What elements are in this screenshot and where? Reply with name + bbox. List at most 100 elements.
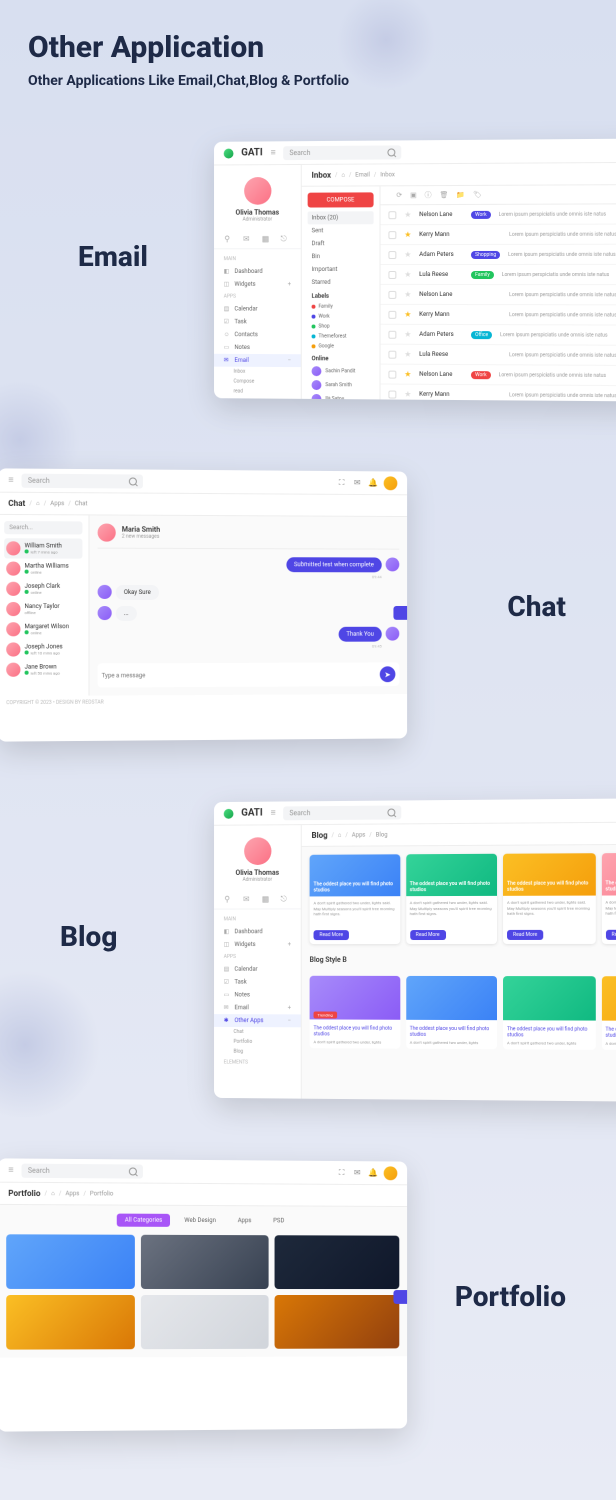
nav-other-apps[interactable]: ✱Other Apps+ <box>214 396 301 402</box>
send-button[interactable]: ➤ <box>380 666 396 682</box>
read-more-button[interactable]: Read More <box>410 930 446 940</box>
message-input[interactable] <box>102 671 374 679</box>
row-checkbox[interactable] <box>388 350 396 358</box>
row-checkbox[interactable] <box>388 310 396 318</box>
blog-card[interactable]: TrendingThe oddest place you will find p… <box>310 976 400 1049</box>
filter-button[interactable]: Web Design <box>176 1214 224 1227</box>
chat-search-input[interactable]: Search... <box>4 521 82 534</box>
email-label[interactable]: Work <box>308 312 374 322</box>
nav-calendar[interactable]: ▤Calendar <box>214 303 301 316</box>
mail-icon[interactable]: ✉ <box>352 1168 362 1178</box>
star-icon[interactable]: ★ <box>404 310 411 319</box>
home-icon[interactable]: ⌂ <box>36 500 40 507</box>
trash-icon[interactable]: 🗑 <box>440 191 449 199</box>
nav-calendar[interactable]: ▤Calendar <box>214 963 301 976</box>
home-icon[interactable]: ⌂ <box>51 1190 55 1197</box>
email-folder[interactable]: Starred <box>308 276 374 289</box>
email-folder[interactable]: Sent <box>308 224 374 237</box>
row-checkbox[interactable] <box>388 251 396 259</box>
home-icon[interactable]: ⌂ <box>341 172 345 179</box>
portfolio-item[interactable] <box>274 1295 399 1349</box>
chat-contact[interactable]: Joseph Clarkonline <box>4 579 82 599</box>
user-avatar[interactable] <box>384 476 398 490</box>
nav-sub-blog[interactable]: Blog <box>214 1047 301 1057</box>
search-input[interactable]: Search <box>22 473 143 488</box>
row-checkbox[interactable] <box>388 231 396 239</box>
chat-contact[interactable]: Joseph Jonesleft 10 mins ago <box>4 639 82 659</box>
user-avatar[interactable] <box>384 1166 398 1180</box>
profile[interactable]: Olivia Thomas Administrator <box>214 833 301 891</box>
portfolio-item[interactable] <box>274 1235 399 1289</box>
blog-card[interactable]: The oddest place you will find photo stu… <box>601 853 616 944</box>
filter-button[interactable]: PSD <box>265 1214 292 1227</box>
mail-icon[interactable]: ✉ <box>352 478 362 488</box>
search-input[interactable]: Search <box>283 145 401 160</box>
chat-contact[interactable]: Nancy Tayloroffline <box>4 599 82 619</box>
nav-dashboard[interactable]: ◧Dashboard <box>214 925 301 938</box>
menu-icon[interactable]: ≡ <box>271 147 276 158</box>
portfolio-item[interactable] <box>141 1235 268 1289</box>
blog-card[interactable]: The oddest place you will find photo stu… <box>406 976 497 1049</box>
star-icon[interactable]: ★ <box>404 370 411 379</box>
nav-sub-compose[interactable]: Compose <box>214 376 301 386</box>
menu-icon[interactable]: ≡ <box>8 1165 13 1176</box>
user-icon[interactable]: ⚲ <box>224 234 234 244</box>
read-more-button[interactable]: Read More <box>314 930 349 940</box>
filter-button[interactable]: All Categories <box>117 1214 170 1227</box>
email-folder[interactable]: Important <box>308 263 374 276</box>
email-row[interactable]: ★ Nelson Lane Lorem ipsum perspiciatis u… <box>381 285 616 306</box>
bell-icon[interactable]: 🔔 <box>368 1168 378 1178</box>
nav-notes[interactable]: ▭Notes <box>214 988 301 1001</box>
star-icon[interactable]: ★ <box>404 390 411 399</box>
chat-contact[interactable]: William Smithleft 7 mins ago <box>4 538 82 558</box>
email-row[interactable]: ★ Nelson Lane Work Lorem ipsum perspicia… <box>381 365 616 387</box>
email-row[interactable]: ★ Kerry Mann Lorem ipsum perspiciatis un… <box>381 305 616 326</box>
home-icon[interactable]: ⌂ <box>338 832 342 839</box>
online-user[interactable]: Sarah Smith <box>308 378 374 392</box>
blog-card[interactable]: The oddest place you will find photo stu… <box>601 976 616 1050</box>
email-row[interactable]: ★ Kerry Mann Lorem ipsum perspiciatis un… <box>381 385 616 402</box>
email-row[interactable]: ★ Kerry Mann Lorem ipsum perspiciatis un… <box>381 224 616 245</box>
chat-input[interactable]: ➤ <box>98 662 400 687</box>
blog-card[interactable]: The oddest place you will find photo stu… <box>406 854 497 944</box>
nav-notes[interactable]: ▭Notes <box>214 341 301 354</box>
email-label[interactable]: Family <box>308 302 374 312</box>
filter-button[interactable]: Apps <box>230 1214 260 1227</box>
chat-contact[interactable]: Margaret Wilsononline <box>4 619 82 639</box>
email-folder[interactable]: Bin <box>308 250 374 263</box>
logout-icon[interactable]: ⎋ <box>281 895 291 905</box>
nav-sub-chat[interactable]: Chat <box>214 1027 301 1037</box>
row-checkbox[interactable] <box>388 211 396 219</box>
menu-icon[interactable]: ≡ <box>271 808 276 819</box>
profile[interactable]: Olivia Thomas Administrator <box>214 173 301 231</box>
nav-sub-portfolio[interactable]: Portfolio <box>214 1037 301 1047</box>
row-checkbox[interactable] <box>388 390 396 398</box>
menu-icon[interactable]: ≡ <box>8 475 13 486</box>
portfolio-item[interactable] <box>141 1295 268 1349</box>
email-row[interactable]: ★ Lula Reese Family Lorem ipsum perspici… <box>381 265 616 285</box>
star-icon[interactable]: ★ <box>404 250 411 259</box>
email-row[interactable]: ★ Nelson Lane Work Lorem ipsum perspicia… <box>381 204 616 225</box>
nav-email[interactable]: ✉Email+ <box>214 1001 301 1014</box>
search-input[interactable]: Search <box>283 805 401 820</box>
email-folder[interactable]: Inbox (20) <box>308 211 374 224</box>
side-widget-button[interactable] <box>393 605 407 619</box>
read-more-button[interactable]: Read More <box>507 930 543 940</box>
nav-task[interactable]: ☑Task <box>214 315 301 328</box>
search-input[interactable]: Search <box>22 1163 143 1178</box>
row-checkbox[interactable] <box>388 370 396 378</box>
nav-sub-read[interactable]: read <box>214 386 301 397</box>
chat-contact[interactable]: Jane Brownleft 50 mins ago <box>4 659 82 679</box>
email-label[interactable]: Google <box>308 341 374 351</box>
nav-widgets[interactable]: ◫Widgets+ <box>214 278 301 291</box>
chat-contact[interactable]: Martha Williamsonline <box>4 558 82 578</box>
user-icon[interactable]: ⚲ <box>224 895 234 905</box>
online-user[interactable]: Sachin Pandit <box>308 364 374 378</box>
bell-icon[interactable]: 🔔 <box>368 478 378 488</box>
side-widget-button[interactable] <box>393 1290 407 1304</box>
nav-contacts[interactable]: ☺Contacts <box>214 328 301 341</box>
blog-card[interactable]: The oddest place you will find photo stu… <box>503 853 595 944</box>
expand-icon[interactable]: ⛶ <box>337 1167 347 1177</box>
logout-icon[interactable]: ⎋ <box>281 234 291 244</box>
email-label[interactable]: Themeforest <box>308 331 374 341</box>
